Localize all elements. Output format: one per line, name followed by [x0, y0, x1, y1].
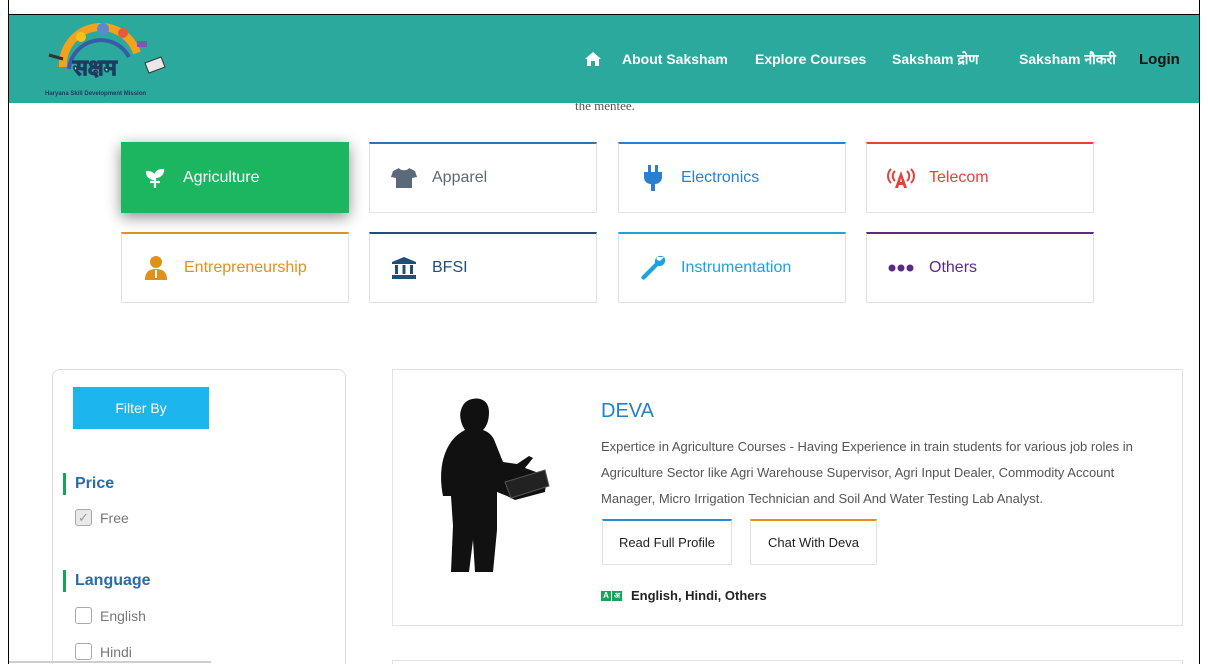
checkbox[interactable]	[75, 607, 92, 624]
languages-text: English, Hindi, Others	[631, 588, 767, 603]
nav-saksham-drona[interactable]: Saksham द्रोण	[892, 15, 979, 103]
category-instrumentation[interactable]: Instrumentation	[618, 232, 846, 303]
login-link[interactable]: Login	[1139, 15, 1180, 103]
nav-home[interactable]	[582, 15, 604, 103]
language-icon: Aअ	[601, 590, 623, 601]
category-label: BFSI	[432, 259, 468, 276]
category-others[interactable]: Others	[866, 232, 1094, 303]
category-label: Agriculture	[183, 168, 260, 186]
language-english-option[interactable]: English	[75, 607, 146, 624]
price-free-option[interactable]: ✓ Free	[75, 509, 129, 526]
dots-icon	[873, 264, 929, 272]
category-label: Instrumentation	[681, 259, 792, 276]
checkbox[interactable]	[75, 643, 92, 660]
bank-icon	[376, 257, 432, 279]
svg-text:सक्षम: सक्षम	[72, 56, 118, 81]
home-icon	[585, 52, 601, 66]
tshirt-icon	[376, 167, 432, 189]
category-label: Electronics	[681, 169, 760, 186]
category-label: Apparel	[432, 169, 488, 186]
category-electronics[interactable]: Electronics	[618, 142, 846, 213]
logo-subtitle: Haryana Skill Development Mission	[45, 91, 147, 97]
mentor-card: DEVA Expertice in Agriculture Courses - …	[392, 369, 1183, 626]
plug-icon	[625, 165, 681, 191]
mentor-silhouette-image	[441, 398, 550, 572]
category-label: Others	[929, 259, 978, 276]
plant-icon	[127, 167, 183, 189]
category-telecom[interactable]: Telecom	[866, 142, 1094, 213]
category-entrepreneurship[interactable]: Entrepreneurship	[121, 232, 349, 303]
filter-sidebar: Filter By Price ✓ Free Language English …	[52, 369, 346, 664]
option-label: Free	[100, 509, 129, 526]
nav-explore-courses[interactable]: Explore Courses	[755, 15, 866, 103]
category-apparel[interactable]: Apparel	[369, 142, 597, 213]
wrench-icon	[625, 255, 681, 281]
read-full-profile-button[interactable]: Read Full Profile	[602, 519, 732, 565]
category-label: Entrepreneurship	[184, 259, 307, 276]
next-mentor-card	[392, 660, 1183, 664]
option-label: English	[100, 607, 146, 624]
scrollbar-track[interactable]	[9, 661, 211, 663]
mentor-description: Expertice in Agriculture Courses - Havin…	[601, 439, 1133, 506]
option-label: Hindi	[100, 643, 132, 660]
language-filter-title: Language	[63, 570, 151, 592]
person-icon	[128, 256, 184, 280]
mentor-name[interactable]: DEVA	[601, 400, 654, 423]
price-filter-title: Price	[63, 473, 114, 495]
chat-with-mentor-button[interactable]: Chat With Deva	[750, 519, 877, 565]
nav-saksham-naukri[interactable]: Saksham नौकरी	[1019, 15, 1116, 103]
top-navbar: सक्षम Haryana Skill Development Mission …	[9, 15, 1199, 103]
filter-by-button[interactable]: Filter By	[73, 387, 209, 429]
category-bfsi[interactable]: BFSI	[369, 232, 597, 303]
category-label: Telecom	[929, 169, 989, 186]
nav-about-saksham[interactable]: About Saksham	[622, 15, 728, 103]
checkbox-checked[interactable]: ✓	[75, 509, 92, 526]
mentor-languages: Aअ English, Hindi, Others	[601, 588, 767, 603]
antenna-icon	[873, 167, 929, 189]
truncated-text: the mentee.	[575, 103, 635, 113]
language-hindi-option[interactable]: Hindi	[75, 643, 132, 660]
category-agriculture[interactable]: Agriculture	[121, 142, 349, 213]
saksham-logo[interactable]: सक्षम Haryana Skill Development Mission	[45, 23, 185, 103]
window-border-right	[1199, 0, 1200, 664]
